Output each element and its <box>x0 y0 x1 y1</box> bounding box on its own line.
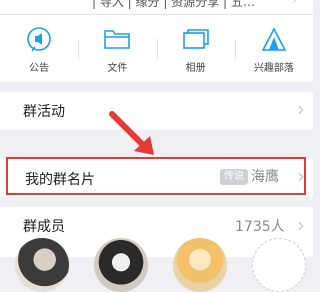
annotation-arrow-icon <box>109 111 154 155</box>
